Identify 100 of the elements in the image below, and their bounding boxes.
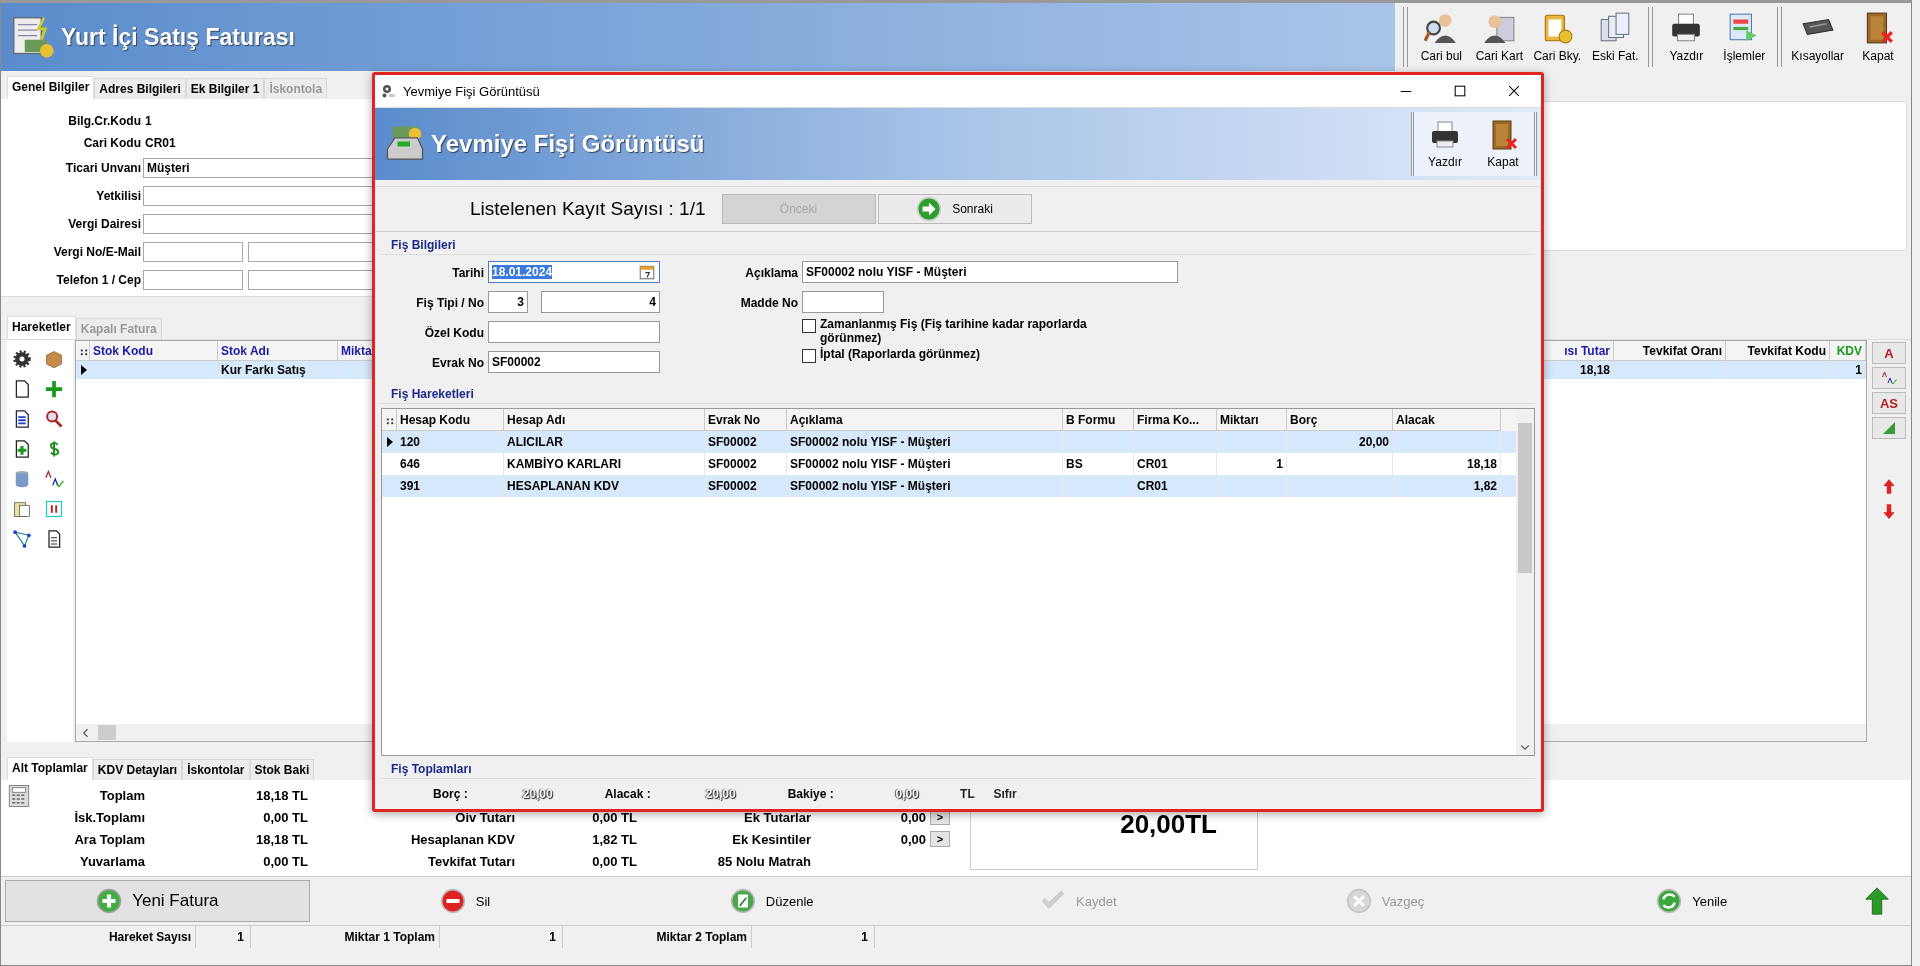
checkbox-label: İptal (Raporlarda görünmez) bbox=[820, 347, 981, 361]
toolbar-button[interactable]: İşlemler bbox=[1715, 3, 1774, 71]
total-label: Borç : bbox=[433, 787, 468, 801]
row-pointer-icon bbox=[81, 365, 87, 375]
toolbar-button[interactable]: Cari Bky. bbox=[1528, 3, 1587, 71]
nav-button[interactable]: Sonraki bbox=[877, 194, 1032, 224]
clipboard-icon bbox=[12, 499, 32, 519]
total-label: Yuvarlama bbox=[78, 853, 145, 869]
scroll-thumb[interactable] bbox=[98, 725, 116, 740]
tab[interactable]: Hareketler bbox=[7, 316, 76, 339]
status-value: 1 bbox=[196, 926, 251, 948]
network-icon bbox=[12, 529, 32, 549]
input-field[interactable] bbox=[802, 291, 884, 313]
input-field[interactable]: 3 bbox=[488, 291, 528, 313]
field-label: Açıklama bbox=[744, 266, 798, 280]
tool-button[interactable] bbox=[1872, 417, 1906, 439]
toolbar-button[interactable]: Yazdır bbox=[1657, 3, 1716, 71]
record-count: Listelenen Kayıt Sayısı : 1/1 bbox=[470, 198, 706, 220]
spell-check-icon bbox=[1881, 370, 1897, 386]
field-label: Telefon 1 / Cep bbox=[55, 273, 141, 287]
toolbar-button[interactable]: Kapat bbox=[1849, 3, 1907, 71]
toolbar-button[interactable]: Eski Fat. bbox=[1586, 3, 1645, 71]
field-label: Bilg.Cr.Kodu bbox=[67, 114, 141, 128]
status-value: 1 bbox=[752, 926, 875, 948]
total-label: Tevkifat Tutarı bbox=[427, 853, 515, 869]
field-label: Yetkilisi bbox=[95, 189, 141, 203]
tab[interactable]: Alt Toplamlar bbox=[7, 757, 93, 780]
input-field[interactable] bbox=[143, 242, 243, 262]
toolbar-button[interactable]: Cari bul bbox=[1412, 3, 1471, 71]
expand-button[interactable]: > bbox=[930, 831, 950, 847]
table-row[interactable]: 120 ALICILAR SF00002 SF00002 nolu YISF - Müşteri 20,00 bbox=[382, 431, 1516, 453]
field-label: Ticari Unvanı bbox=[64, 161, 141, 175]
total-value: 1,82 TL bbox=[591, 831, 637, 847]
invoice-icon bbox=[11, 15, 55, 59]
table-cell: SF00002 nolu YISF - Müşteri bbox=[787, 431, 1063, 453]
tool-button[interactable]: AS bbox=[1872, 392, 1906, 414]
input-field[interactable]: SF00002 bbox=[488, 351, 660, 373]
search-icon bbox=[44, 409, 64, 429]
field-label: Tarihi bbox=[451, 266, 484, 280]
total-label: 85 Nolu Matrah bbox=[716, 853, 811, 869]
input-field[interactable]: 4 bbox=[541, 291, 660, 313]
tab[interactable]: Genel Bilgiler bbox=[7, 76, 95, 99]
table-cell: 1,82 bbox=[1393, 475, 1501, 497]
input-field[interactable] bbox=[488, 321, 660, 343]
vertical-scrollbar[interactable] bbox=[1516, 409, 1534, 755]
status-label: Miktar 1 Toplam bbox=[251, 926, 440, 948]
total-label: İsk.Toplamı bbox=[73, 809, 145, 825]
checkbox[interactable] bbox=[802, 319, 816, 333]
delete-icon bbox=[439, 888, 466, 914]
total-value: 0,00 TL bbox=[591, 809, 637, 825]
total-label: Alacak : bbox=[604, 787, 651, 801]
tab[interactable]: Ek Bilgiler 1 bbox=[185, 78, 265, 99]
table-row[interactable]: 391 HESAPLANAN KDV SF00002 SF00002 nolu YISF - Müşteri CR01 1,82 bbox=[382, 475, 1516, 497]
action-button[interactable]: Düzenle bbox=[620, 880, 923, 922]
table-cell: 120 bbox=[397, 431, 504, 453]
printer-icon bbox=[1429, 119, 1461, 151]
calculator-icon bbox=[7, 784, 31, 808]
status-value: 1 bbox=[440, 926, 563, 948]
toolbar-button[interactable]: Cari Kart bbox=[1470, 3, 1529, 71]
status-label: Hareket Sayısı bbox=[1, 926, 196, 948]
checkbox-label: Zamanlanmış Fiş (Fiş tarihine kadar raporlarda görünmez) bbox=[820, 317, 1088, 345]
checkbox[interactable] bbox=[802, 349, 816, 363]
table-cell: CR01 bbox=[1134, 475, 1217, 497]
gear-icon bbox=[12, 349, 32, 369]
pause-icon bbox=[44, 499, 64, 519]
table-cell: SF00002 bbox=[705, 475, 787, 497]
tool-button[interactable]: A bbox=[1872, 342, 1906, 364]
table-cell: 20,00 bbox=[1287, 431, 1393, 453]
table-cell: Kur Farkı Satış bbox=[218, 361, 338, 379]
date-field[interactable]: 18.01.2024 bbox=[488, 261, 660, 283]
triangle-icon bbox=[1881, 420, 1897, 436]
tab[interactable]: Adres Bilgileri bbox=[94, 78, 186, 99]
window-title: Yurt İçi Satış Faturası bbox=[61, 23, 295, 51]
table-cell: 391 bbox=[397, 475, 504, 497]
plus-icon bbox=[44, 379, 64, 399]
box-icon bbox=[44, 349, 64, 369]
total-value: 0,00 bbox=[899, 831, 926, 847]
total-label: Öiv Tutarı bbox=[454, 809, 515, 825]
action-button[interactable]: Yenile bbox=[1540, 880, 1844, 922]
toolbar-button[interactable]: Kısayollar bbox=[1786, 3, 1849, 71]
input-field[interactable] bbox=[143, 270, 243, 290]
cancel-icon bbox=[1345, 888, 1372, 914]
tab[interactable]: İskontolar bbox=[182, 759, 250, 780]
total-label: Ara Toplam bbox=[73, 831, 145, 847]
field-value: CR01 bbox=[144, 136, 176, 150]
action-button[interactable]: Yeni Fatura bbox=[5, 880, 310, 922]
tool-button[interactable] bbox=[1872, 367, 1906, 389]
currency-label: TL bbox=[959, 787, 975, 801]
minimize-icon bbox=[1400, 89, 1412, 93]
total-label: Bakiye : bbox=[787, 787, 834, 801]
balance-status: Sıfır bbox=[992, 787, 1017, 801]
action-button[interactable]: Sil bbox=[313, 880, 617, 922]
input-field[interactable]: SF00002 nolu YISF - Müşteri bbox=[802, 261, 1178, 283]
toolbar-button[interactable]: Kapat bbox=[1474, 112, 1532, 176]
window-title: Yevmiye Fişi Görüntüsü bbox=[403, 83, 540, 99]
tab[interactable]: Stok Baki bbox=[249, 759, 315, 780]
tab[interactable]: KDV Detayları bbox=[92, 759, 183, 780]
toolbar-button[interactable]: Yazdır bbox=[1416, 112, 1474, 176]
edit-icon bbox=[729, 888, 756, 914]
total-value: 18,18 TL bbox=[254, 831, 308, 847]
